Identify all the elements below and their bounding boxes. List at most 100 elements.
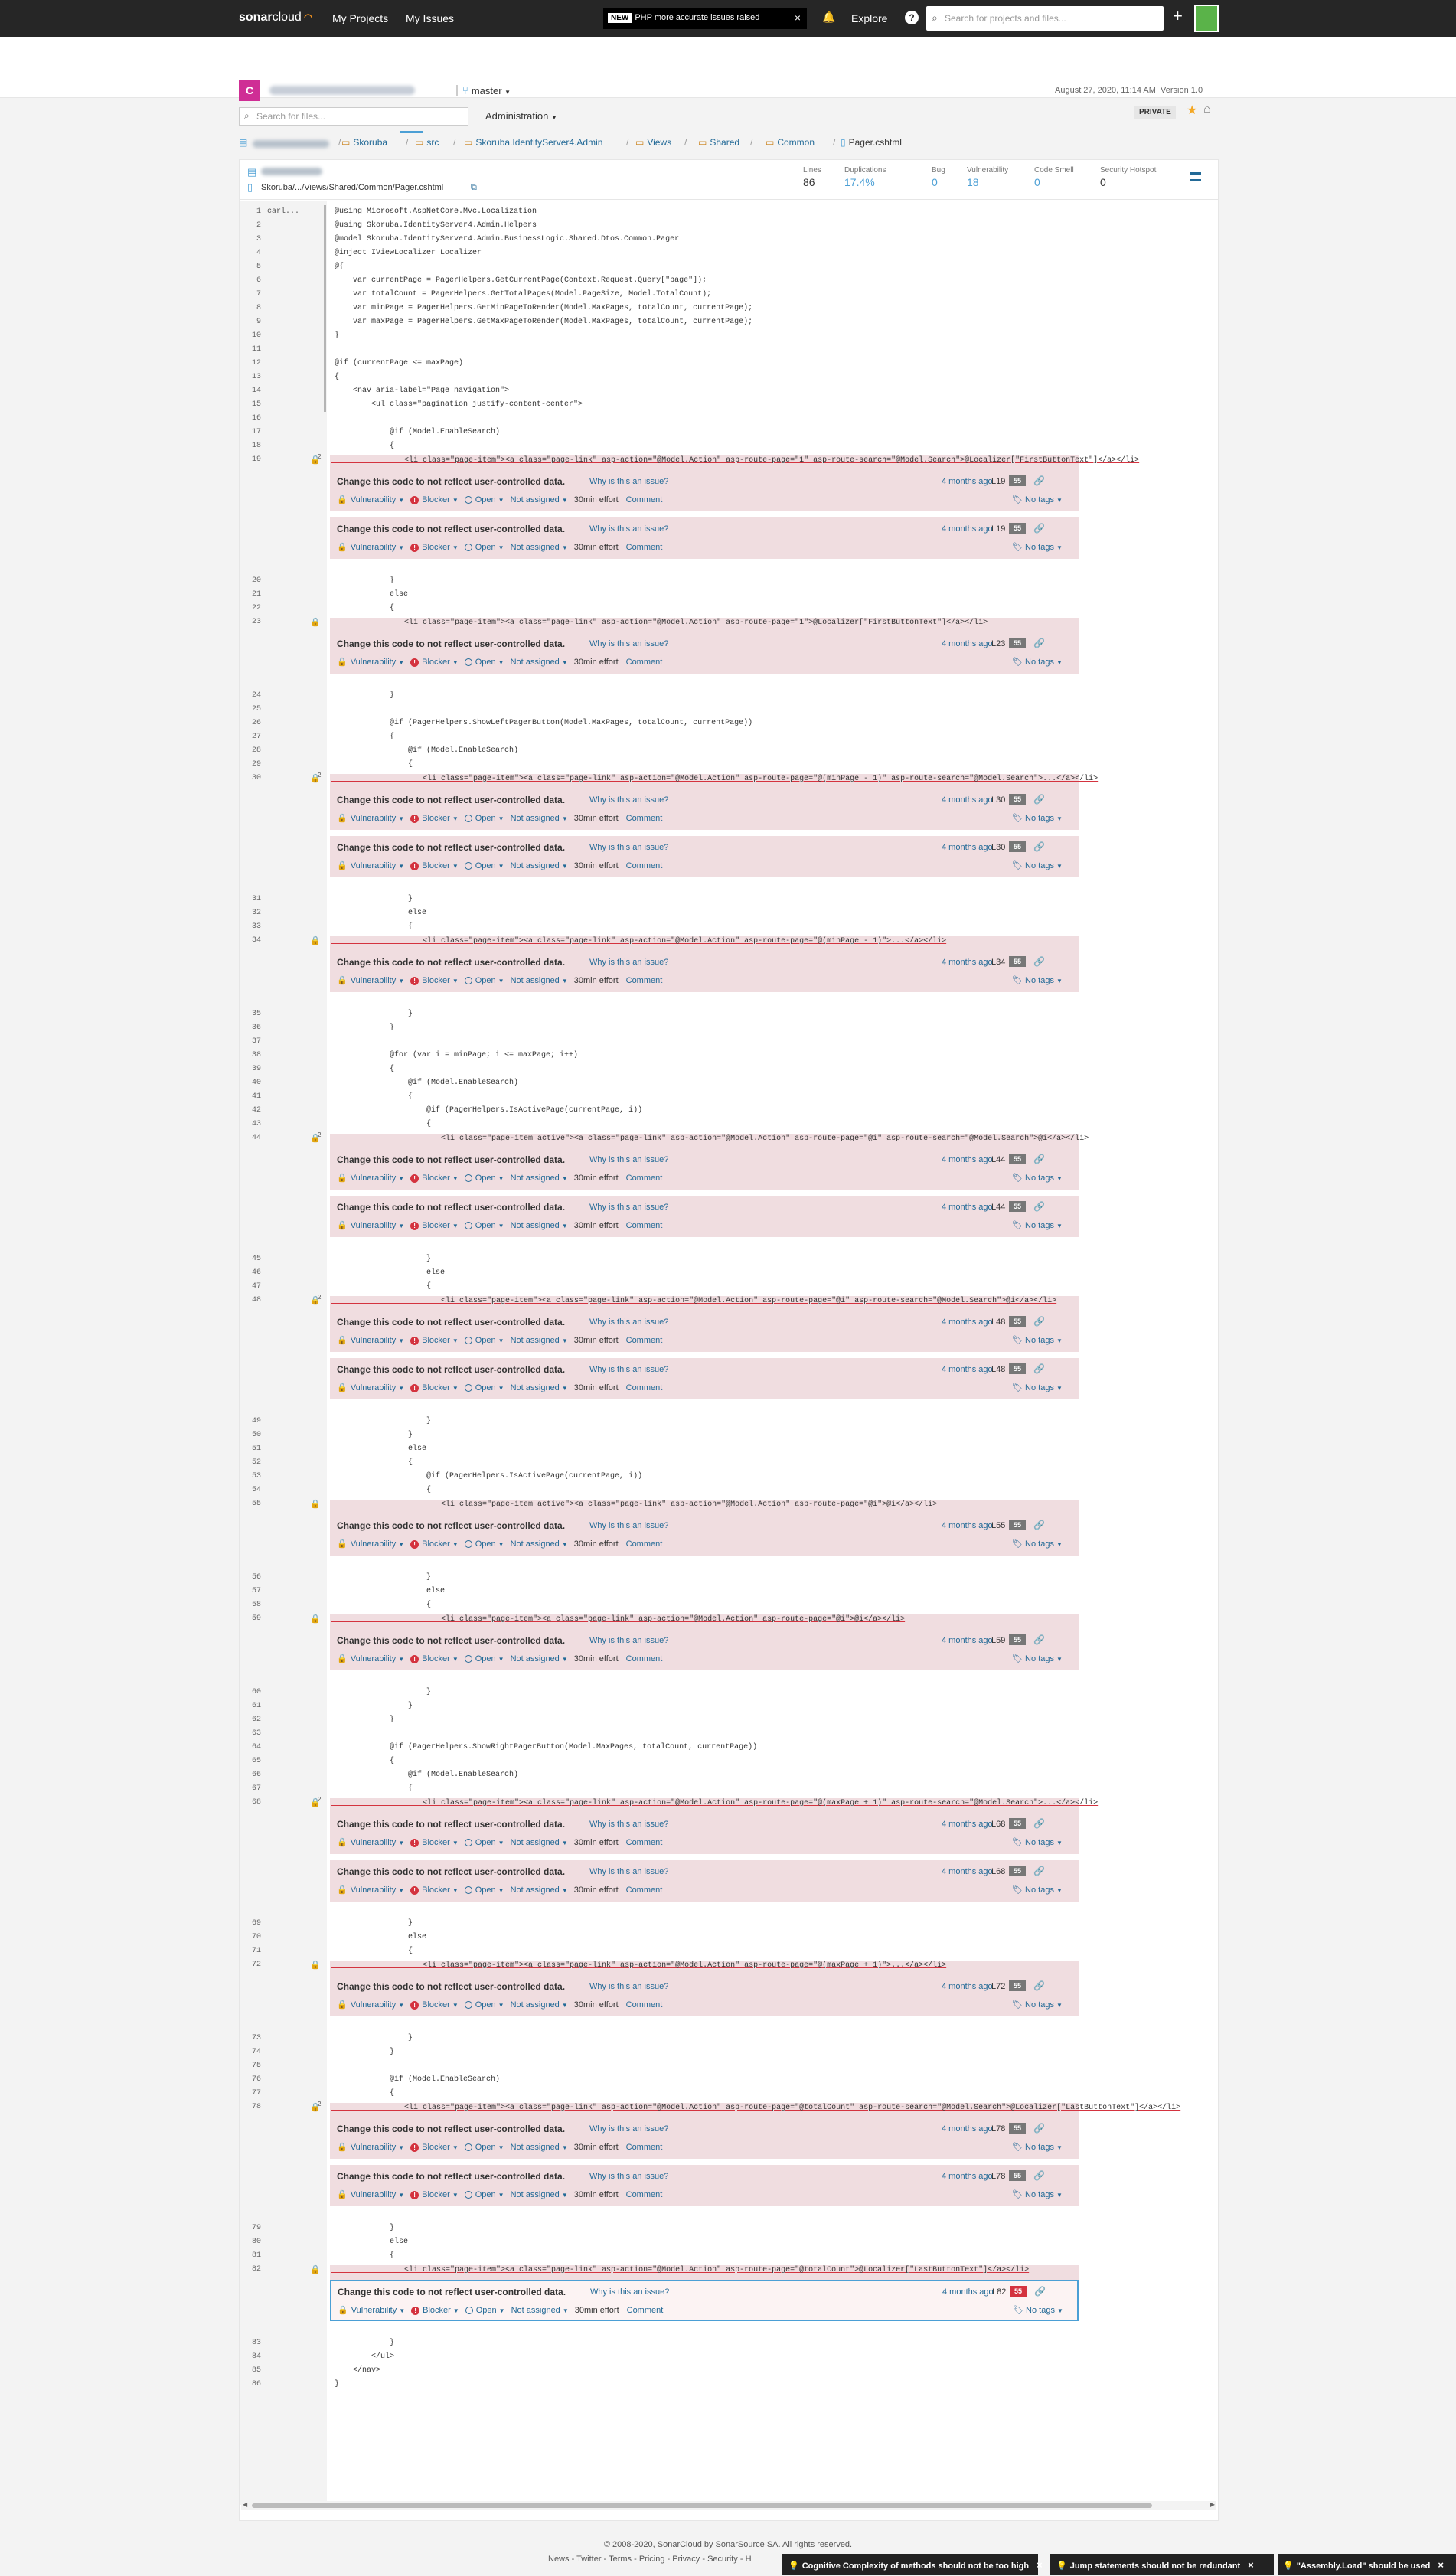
line-number[interactable]: 60 — [240, 1688, 261, 1696]
issue-assignee[interactable]: Not assigned — [511, 2143, 560, 2152]
breadcrumb-project-redacted[interactable] — [253, 140, 329, 148]
line-number[interactable]: 78 — [240, 2103, 261, 2111]
issue-severity[interactable]: Blocker — [422, 658, 450, 667]
issue-box[interactable]: Change this code to not reflect user-con… — [330, 836, 1079, 877]
issue-type[interactable]: Vulnerability — [351, 1336, 397, 1345]
line-number[interactable]: 11 — [240, 345, 261, 354]
issue-type[interactable]: Vulnerability — [351, 2190, 397, 2199]
line-number[interactable]: 51 — [240, 1445, 261, 1453]
issue-tags[interactable]: 🏷 No tags ▼ — [1012, 1885, 1063, 1895]
explore-link[interactable]: Explore — [851, 12, 887, 24]
scm-author[interactable]: carl... — [267, 207, 299, 216]
issue-assignee[interactable]: Not assigned — [511, 976, 560, 985]
issue-assignee[interactable]: Not assigned — [511, 2000, 560, 2010]
my-projects-link[interactable]: My Projects — [332, 12, 388, 24]
branch-selector[interactable]: ⑂ master ▼ — [456, 85, 511, 96]
comment-link[interactable]: Comment — [627, 2306, 664, 2315]
issue-tags[interactable]: 🏷 No tags ▼ — [1012, 1220, 1063, 1230]
issue-severity[interactable]: Blocker — [422, 495, 450, 504]
line-number[interactable]: 66 — [240, 1771, 261, 1779]
issue-tags[interactable]: 🏷 No tags ▼ — [1012, 1837, 1063, 1847]
file-search-input[interactable]: ⌕ Search for files... — [239, 107, 468, 126]
line-number[interactable]: 17 — [240, 428, 261, 436]
issue-assignee[interactable]: Not assigned — [511, 1221, 560, 1230]
issue-box[interactable]: Change this code to not reflect user-con… — [330, 2117, 1079, 2159]
duplication-bar[interactable] — [324, 288, 326, 302]
issue-status[interactable]: Open — [475, 1539, 496, 1549]
issue-type[interactable]: Vulnerability — [351, 814, 397, 823]
issue-assignee[interactable]: Not assigned — [511, 543, 560, 552]
issue-tags[interactable]: 🏷 No tags ▼ — [1012, 1383, 1063, 1392]
lock-icon[interactable]: 🔒 — [310, 935, 321, 945]
close-icon[interactable]: × — [1037, 2559, 1043, 2571]
issue-message[interactable]: Change this code to not reflect user-con… — [337, 957, 565, 968]
line-number[interactable]: 5 — [240, 263, 261, 271]
issue-status[interactable]: Open — [475, 1336, 496, 1345]
issue-assignee[interactable]: Not assigned — [511, 1336, 560, 1345]
comment-link[interactable]: Comment — [626, 495, 663, 504]
why-issue-link[interactable]: Why is this an issue? — [589, 1636, 668, 1645]
why-issue-link[interactable]: Why is this an issue? — [589, 1365, 668, 1374]
duplication-bar[interactable] — [324, 246, 326, 260]
issue-status[interactable]: Open — [475, 976, 496, 985]
breadcrumb-item[interactable]: ▭ Views — [635, 137, 671, 148]
issue-severity[interactable]: Blocker — [422, 1654, 450, 1663]
issue-message[interactable]: Change this code to not reflect user-con… — [337, 842, 565, 853]
horizontal-scrollbar[interactable]: ◀ ▶ — [241, 2501, 1216, 2510]
footer-link-terms[interactable]: Terms — [609, 2555, 632, 2564]
permalink-icon[interactable]: 🔗 — [1033, 1866, 1045, 1876]
line-number[interactable]: 10 — [240, 331, 261, 340]
issue-assignee[interactable]: Not assigned — [511, 2306, 560, 2315]
why-issue-link[interactable]: Why is this an issue? — [589, 1317, 668, 1327]
issue-message[interactable]: Change this code to not reflect user-con… — [337, 1202, 565, 1213]
line-number[interactable]: 7 — [240, 290, 261, 299]
line-number[interactable]: 81 — [240, 2251, 261, 2260]
issue-assignee[interactable]: Not assigned — [511, 861, 560, 870]
issue-age[interactable]: 4 months ago — [942, 2172, 993, 2181]
issue-tags[interactable]: 🏷 No tags ▼ — [1012, 1173, 1063, 1183]
duplication-bar[interactable] — [324, 219, 326, 233]
issue-type[interactable]: Vulnerability — [351, 495, 397, 504]
issue-age[interactable]: 4 months ago — [942, 2287, 994, 2297]
issue-age[interactable]: 4 months ago — [942, 1155, 993, 1164]
lock-icon[interactable]: 🔒 — [310, 1499, 321, 1509]
line-number[interactable]: 29 — [240, 760, 261, 769]
issue-status[interactable]: Open — [475, 1885, 496, 1895]
breadcrumb-item[interactable]: ▭ Skoruba.IdentityServer4.Admin — [464, 137, 602, 148]
duplication-bar[interactable] — [324, 357, 326, 371]
issue-age[interactable]: 4 months ago — [942, 1820, 993, 1829]
line-number[interactable]: 23 — [240, 618, 261, 626]
line-number[interactable]: 38 — [240, 1051, 261, 1059]
issue-status[interactable]: Open — [475, 1221, 496, 1230]
why-issue-link[interactable]: Why is this an issue? — [590, 2287, 669, 2297]
issue-severity[interactable]: Blocker — [422, 2000, 450, 2010]
line-number[interactable]: 15 — [240, 400, 261, 409]
issue-message[interactable]: Change this code to not reflect user-con… — [337, 1520, 565, 1531]
permalink-icon[interactable]: 🔗 — [1033, 2123, 1045, 2134]
issue-age[interactable]: 4 months ago — [942, 1636, 993, 1645]
permalink-icon[interactable]: 🔗 — [1033, 475, 1045, 486]
issue-type[interactable]: Vulnerability — [351, 1838, 397, 1847]
issue-message[interactable]: Change this code to not reflect user-con… — [337, 524, 565, 534]
issue-severity[interactable]: Blocker — [422, 1838, 450, 1847]
comment-link[interactable]: Comment — [626, 861, 663, 870]
line-number[interactable]: 40 — [240, 1079, 261, 1087]
line-number[interactable]: 2 — [240, 221, 261, 230]
issue-message[interactable]: Change this code to not reflect user-con… — [337, 638, 565, 649]
bell-icon[interactable]: 🔔 — [822, 11, 835, 24]
issue-status[interactable]: Open — [475, 495, 496, 504]
measure-vulnerability[interactable]: Vulnerability 18 — [967, 166, 1008, 188]
issue-type[interactable]: Vulnerability — [351, 1885, 397, 1895]
issue-status[interactable]: Open — [475, 861, 496, 870]
lock-icon[interactable]: 🔒 — [310, 1614, 321, 1624]
permalink-icon[interactable]: 🔗 — [1033, 794, 1045, 805]
line-number[interactable]: 85 — [240, 2366, 261, 2375]
issue-message[interactable]: Change this code to not reflect user-con… — [337, 2171, 565, 2182]
issue-box[interactable]: Change this code to not reflect user-con… — [330, 1196, 1079, 1237]
favorite-star-icon[interactable]: ★ — [1187, 103, 1197, 118]
line-number[interactable]: 24 — [240, 691, 261, 700]
line-number[interactable]: 68 — [240, 1798, 261, 1807]
line-number[interactable]: 61 — [240, 1702, 261, 1710]
issue-assignee[interactable]: Not assigned — [511, 1539, 560, 1549]
duplication-bar[interactable] — [324, 384, 326, 398]
